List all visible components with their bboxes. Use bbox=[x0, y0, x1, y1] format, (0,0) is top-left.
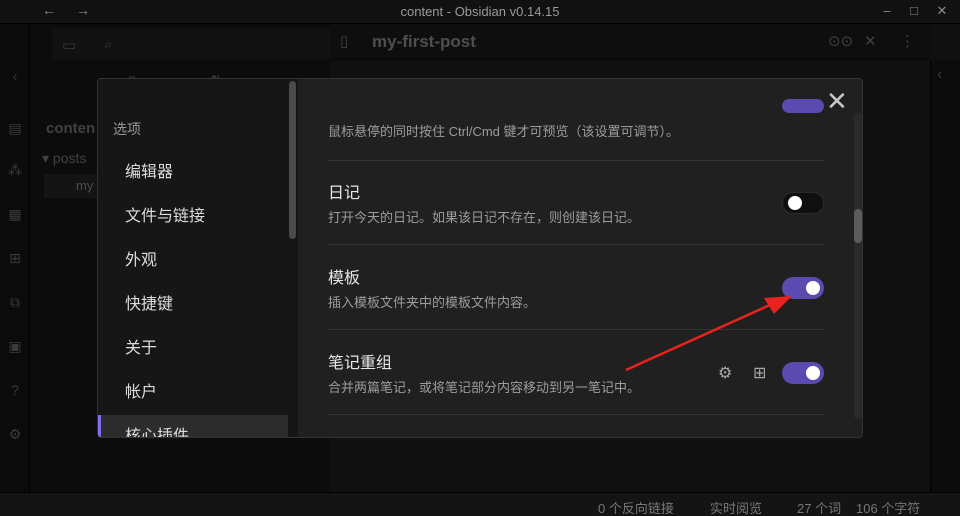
toggle-daily-notes[interactable] bbox=[782, 192, 824, 214]
close-window-icon[interactable]: ✕ bbox=[932, 3, 952, 19]
sidebar-item-about[interactable]: 关于 bbox=[98, 327, 288, 359]
preview-mode[interactable]: 实时阅览 bbox=[710, 498, 762, 516]
setting-name: 日记 bbox=[328, 185, 361, 202]
title-bar: ← → content - Obsidian v0.14.15 – □ ✕ bbox=[0, 0, 960, 24]
hotkey-icon[interactable]: ⊞ bbox=[753, 363, 766, 383]
setting-page-preview: 鼠标悬停的同时按住 Ctrl/Cmd 键才可预览（该设置可调节）。 bbox=[328, 79, 824, 161]
content-scrollbar[interactable] bbox=[854, 113, 862, 419]
sidebar-scroll-thumb[interactable] bbox=[289, 81, 296, 239]
status-bar: 0 个反向链接 实时阅览 27 个词 106 个字符 bbox=[0, 492, 960, 516]
close-icon[interactable]: ✕ bbox=[826, 87, 848, 115]
backlinks-count[interactable]: 0 个反向链接 bbox=[598, 498, 674, 516]
word-count: 27 个词 bbox=[797, 501, 842, 516]
maximize-icon[interactable]: □ bbox=[904, 3, 924, 18]
window-title: content - Obsidian v0.14.15 bbox=[400, 4, 560, 19]
settings-modal: 选项 编辑器 文件与链接 外观 快捷键 关于 帐户 核心插件 ✕ 鼠标悬停的同时… bbox=[97, 78, 863, 438]
content-scroll-thumb[interactable] bbox=[854, 209, 862, 243]
setting-desc: 插入模板文件夹中的模板文件内容。 bbox=[328, 295, 537, 310]
gear-icon[interactable]: ⚙ bbox=[718, 363, 732, 383]
char-count: 106 个字符 bbox=[856, 501, 921, 516]
setting-desc: 打开今天的日记。如果该日记不存在，则创建该日记。 bbox=[328, 210, 641, 225]
sidebar-item-files-links[interactable]: 文件与链接 bbox=[98, 195, 288, 227]
setting-desc: 合并两篇笔记，或将笔记部分内容移动到另一笔记中。 bbox=[328, 380, 641, 395]
sidebar-item-hotkeys[interactable]: 快捷键 bbox=[98, 283, 288, 315]
setting-templates: 模板 插入模板文件夹中的模板文件内容。 bbox=[328, 246, 824, 330]
sidebar-heading: 选项 bbox=[113, 121, 141, 137]
setting-note-composer: 笔记重组 合并两篇笔记，或将笔记部分内容移动到另一笔记中。 ⚙ ⊞ bbox=[328, 331, 824, 415]
sidebar-item-editor[interactable]: 编辑器 bbox=[98, 151, 288, 183]
sidebar-item-appearance[interactable]: 外观 bbox=[98, 239, 288, 271]
toggle-knob bbox=[806, 281, 820, 295]
setting-name: 模板 bbox=[328, 270, 361, 287]
setting-name: 笔记重组 bbox=[328, 355, 393, 372]
settings-sidebar: 选项 编辑器 文件与链接 外观 快捷键 关于 帐户 核心插件 bbox=[98, 79, 288, 437]
sidebar-scrollbar[interactable] bbox=[288, 79, 298, 437]
setting-desc: 鼠标悬停的同时按住 Ctrl/Cmd 键才可预览（该设置可调节）。 bbox=[328, 124, 680, 139]
settings-content: ✕ 鼠标悬停的同时按住 Ctrl/Cmd 键才可预览（该设置可调节）。 日记 打… bbox=[298, 79, 862, 437]
setting-daily-notes: 日记 打开今天的日记。如果该日记不存在，则创建该日记。 bbox=[328, 161, 824, 245]
toggle-templates[interactable] bbox=[782, 277, 824, 299]
sidebar-item-account[interactable]: 帐户 bbox=[98, 371, 288, 403]
minimize-icon[interactable]: – bbox=[877, 3, 897, 18]
setting-toggle-page-preview[interactable] bbox=[782, 99, 824, 113]
toggle-knob bbox=[788, 196, 802, 210]
sidebar-item-core-plugins[interactable]: 核心插件 bbox=[98, 415, 288, 437]
toggle-knob bbox=[806, 366, 820, 380]
toggle-note-composer[interactable] bbox=[782, 362, 824, 384]
